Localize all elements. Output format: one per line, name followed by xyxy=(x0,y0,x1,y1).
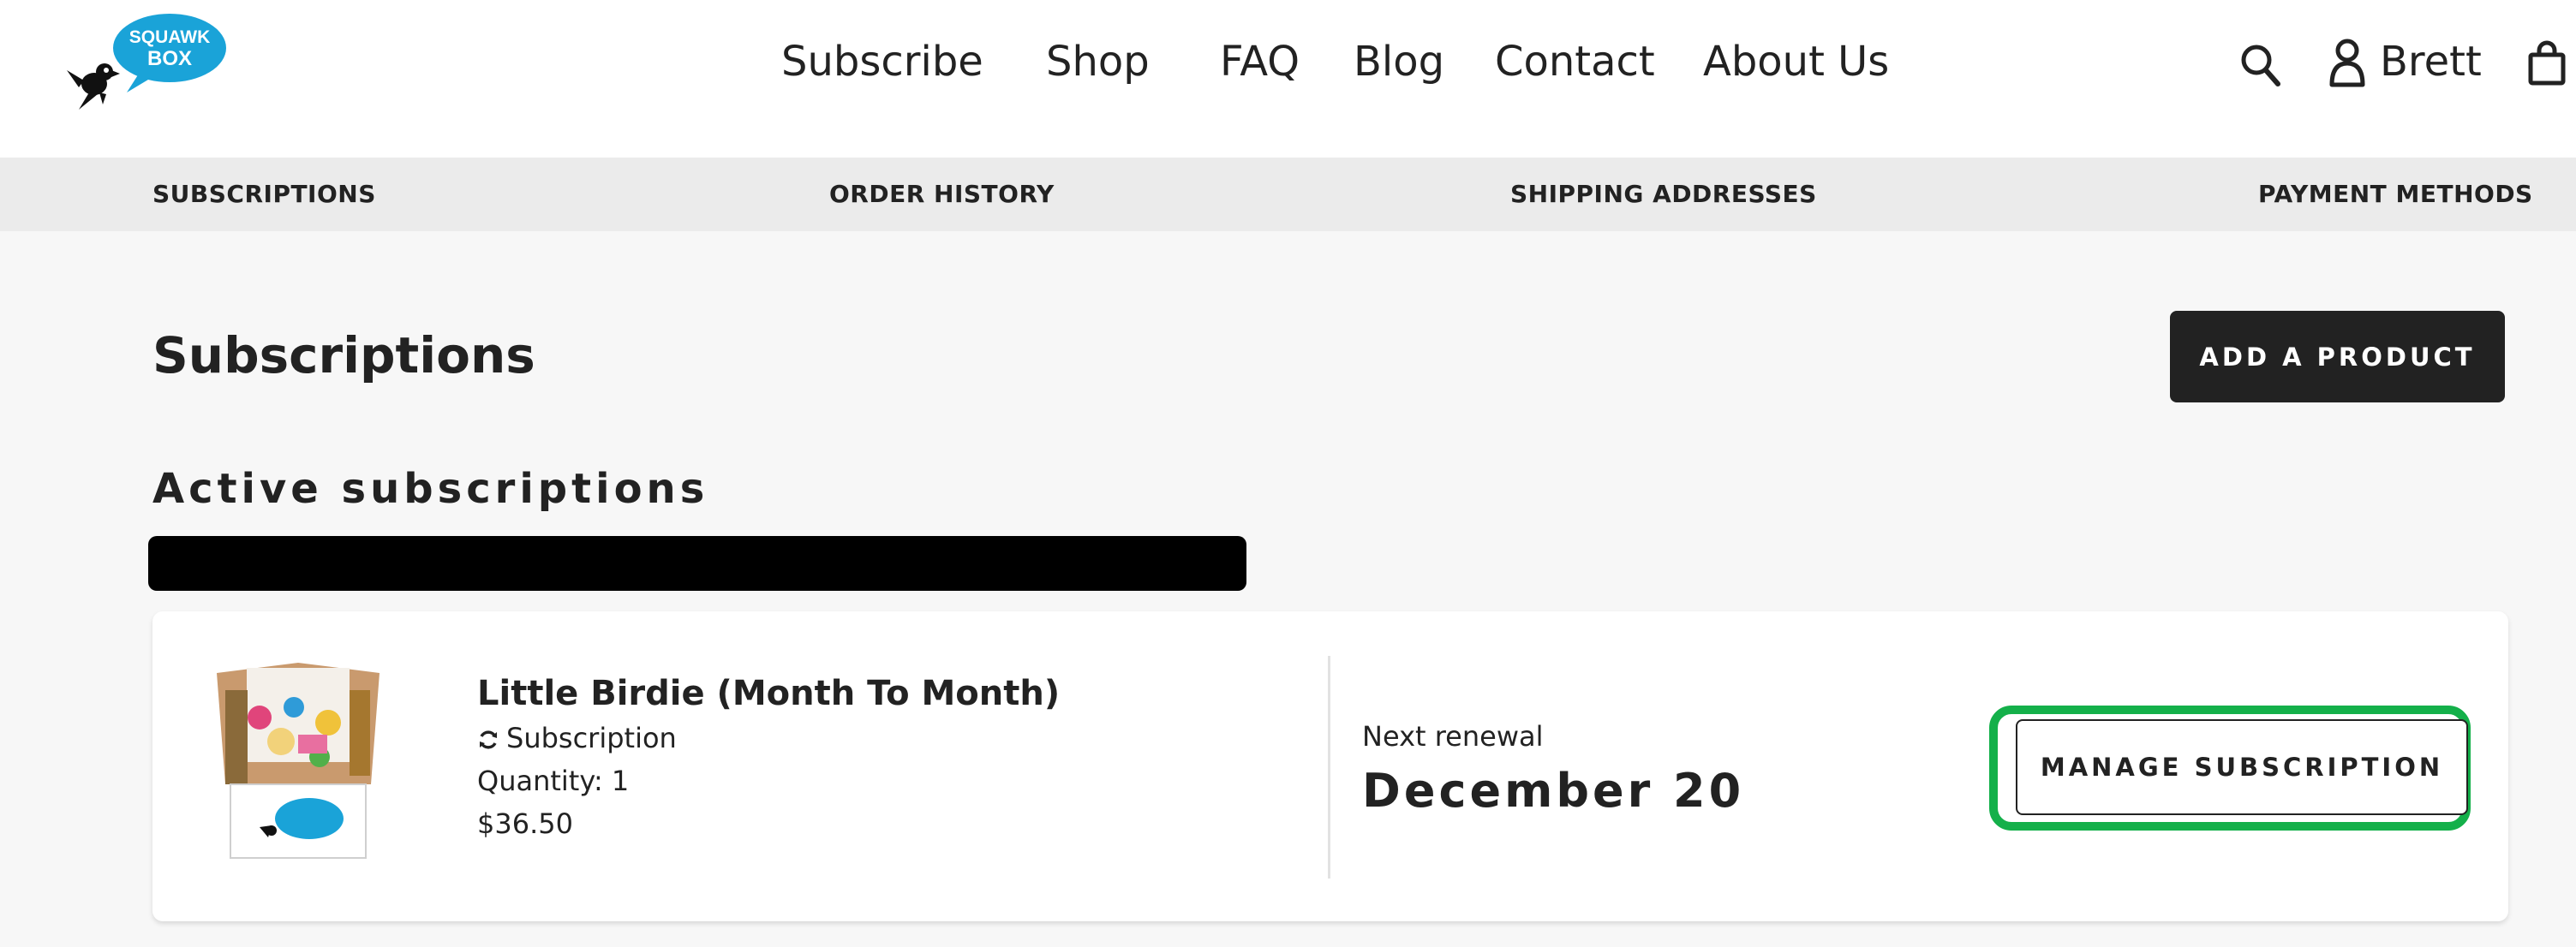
user-name[interactable]: Brett xyxy=(2380,29,2482,94)
redacted-bar xyxy=(148,536,1246,591)
subnav-order-history[interactable]: ORDER HISTORY xyxy=(829,158,1055,231)
subscription-type: Subscription xyxy=(477,719,677,757)
sync-icon xyxy=(480,730,497,749)
logo-text-top: SQUAWK xyxy=(129,27,211,47)
cart-icon[interactable] xyxy=(2527,39,2567,86)
next-renewal-date: December 20 xyxy=(1362,764,1745,818)
section-title-active-subscriptions: Active subscriptions xyxy=(152,465,709,513)
user-icon[interactable] xyxy=(2328,38,2366,87)
subscription-card: Little Birdie (Month To Month) Subscript… xyxy=(152,611,2508,921)
squawk-box-logo[interactable]: SQUAWK BOX xyxy=(60,9,240,111)
search-icon[interactable] xyxy=(2239,43,2280,87)
site-header: SQUAWK BOX Subscribe Shop FAQ Blog Conta… xyxy=(0,0,2576,158)
nav-shop[interactable]: Shop xyxy=(1046,29,1150,94)
nav-faq[interactable]: FAQ xyxy=(1220,29,1300,94)
subnav-subscriptions[interactable]: SUBSCRIPTIONS xyxy=(152,158,376,231)
product-quantity: Quantity: 1 xyxy=(477,765,630,797)
logo-text-bottom: BOX xyxy=(147,47,192,70)
nav-about-us[interactable]: About Us xyxy=(1703,29,1889,94)
card-divider xyxy=(1328,656,1330,879)
nav-blog[interactable]: Blog xyxy=(1354,29,1444,94)
account-subnav: SUBSCRIPTIONS ORDER HISTORY SHIPPING ADD… xyxy=(0,158,2576,231)
product-image[interactable] xyxy=(200,656,397,867)
nav-subscribe[interactable]: Subscribe xyxy=(781,29,983,94)
page-title: Subscriptions xyxy=(152,326,535,384)
subnav-payment-methods[interactable]: PAYMENT METHODS xyxy=(2258,158,2533,231)
product-price: $36.50 xyxy=(477,807,573,840)
next-renewal-label: Next renewal xyxy=(1362,720,1544,753)
subscription-type-label: Subscription xyxy=(506,722,677,754)
nav-contact[interactable]: Contact xyxy=(1495,29,1655,94)
add-product-button[interactable]: ADD A PRODUCT xyxy=(2170,311,2505,402)
product-name[interactable]: Little Birdie (Month To Month) xyxy=(477,670,1060,718)
manage-subscription-button[interactable]: MANAGE SUBSCRIPTION xyxy=(2016,719,2468,815)
subnav-shipping-addresses[interactable]: SHIPPING ADDRESSES xyxy=(1510,158,1817,231)
